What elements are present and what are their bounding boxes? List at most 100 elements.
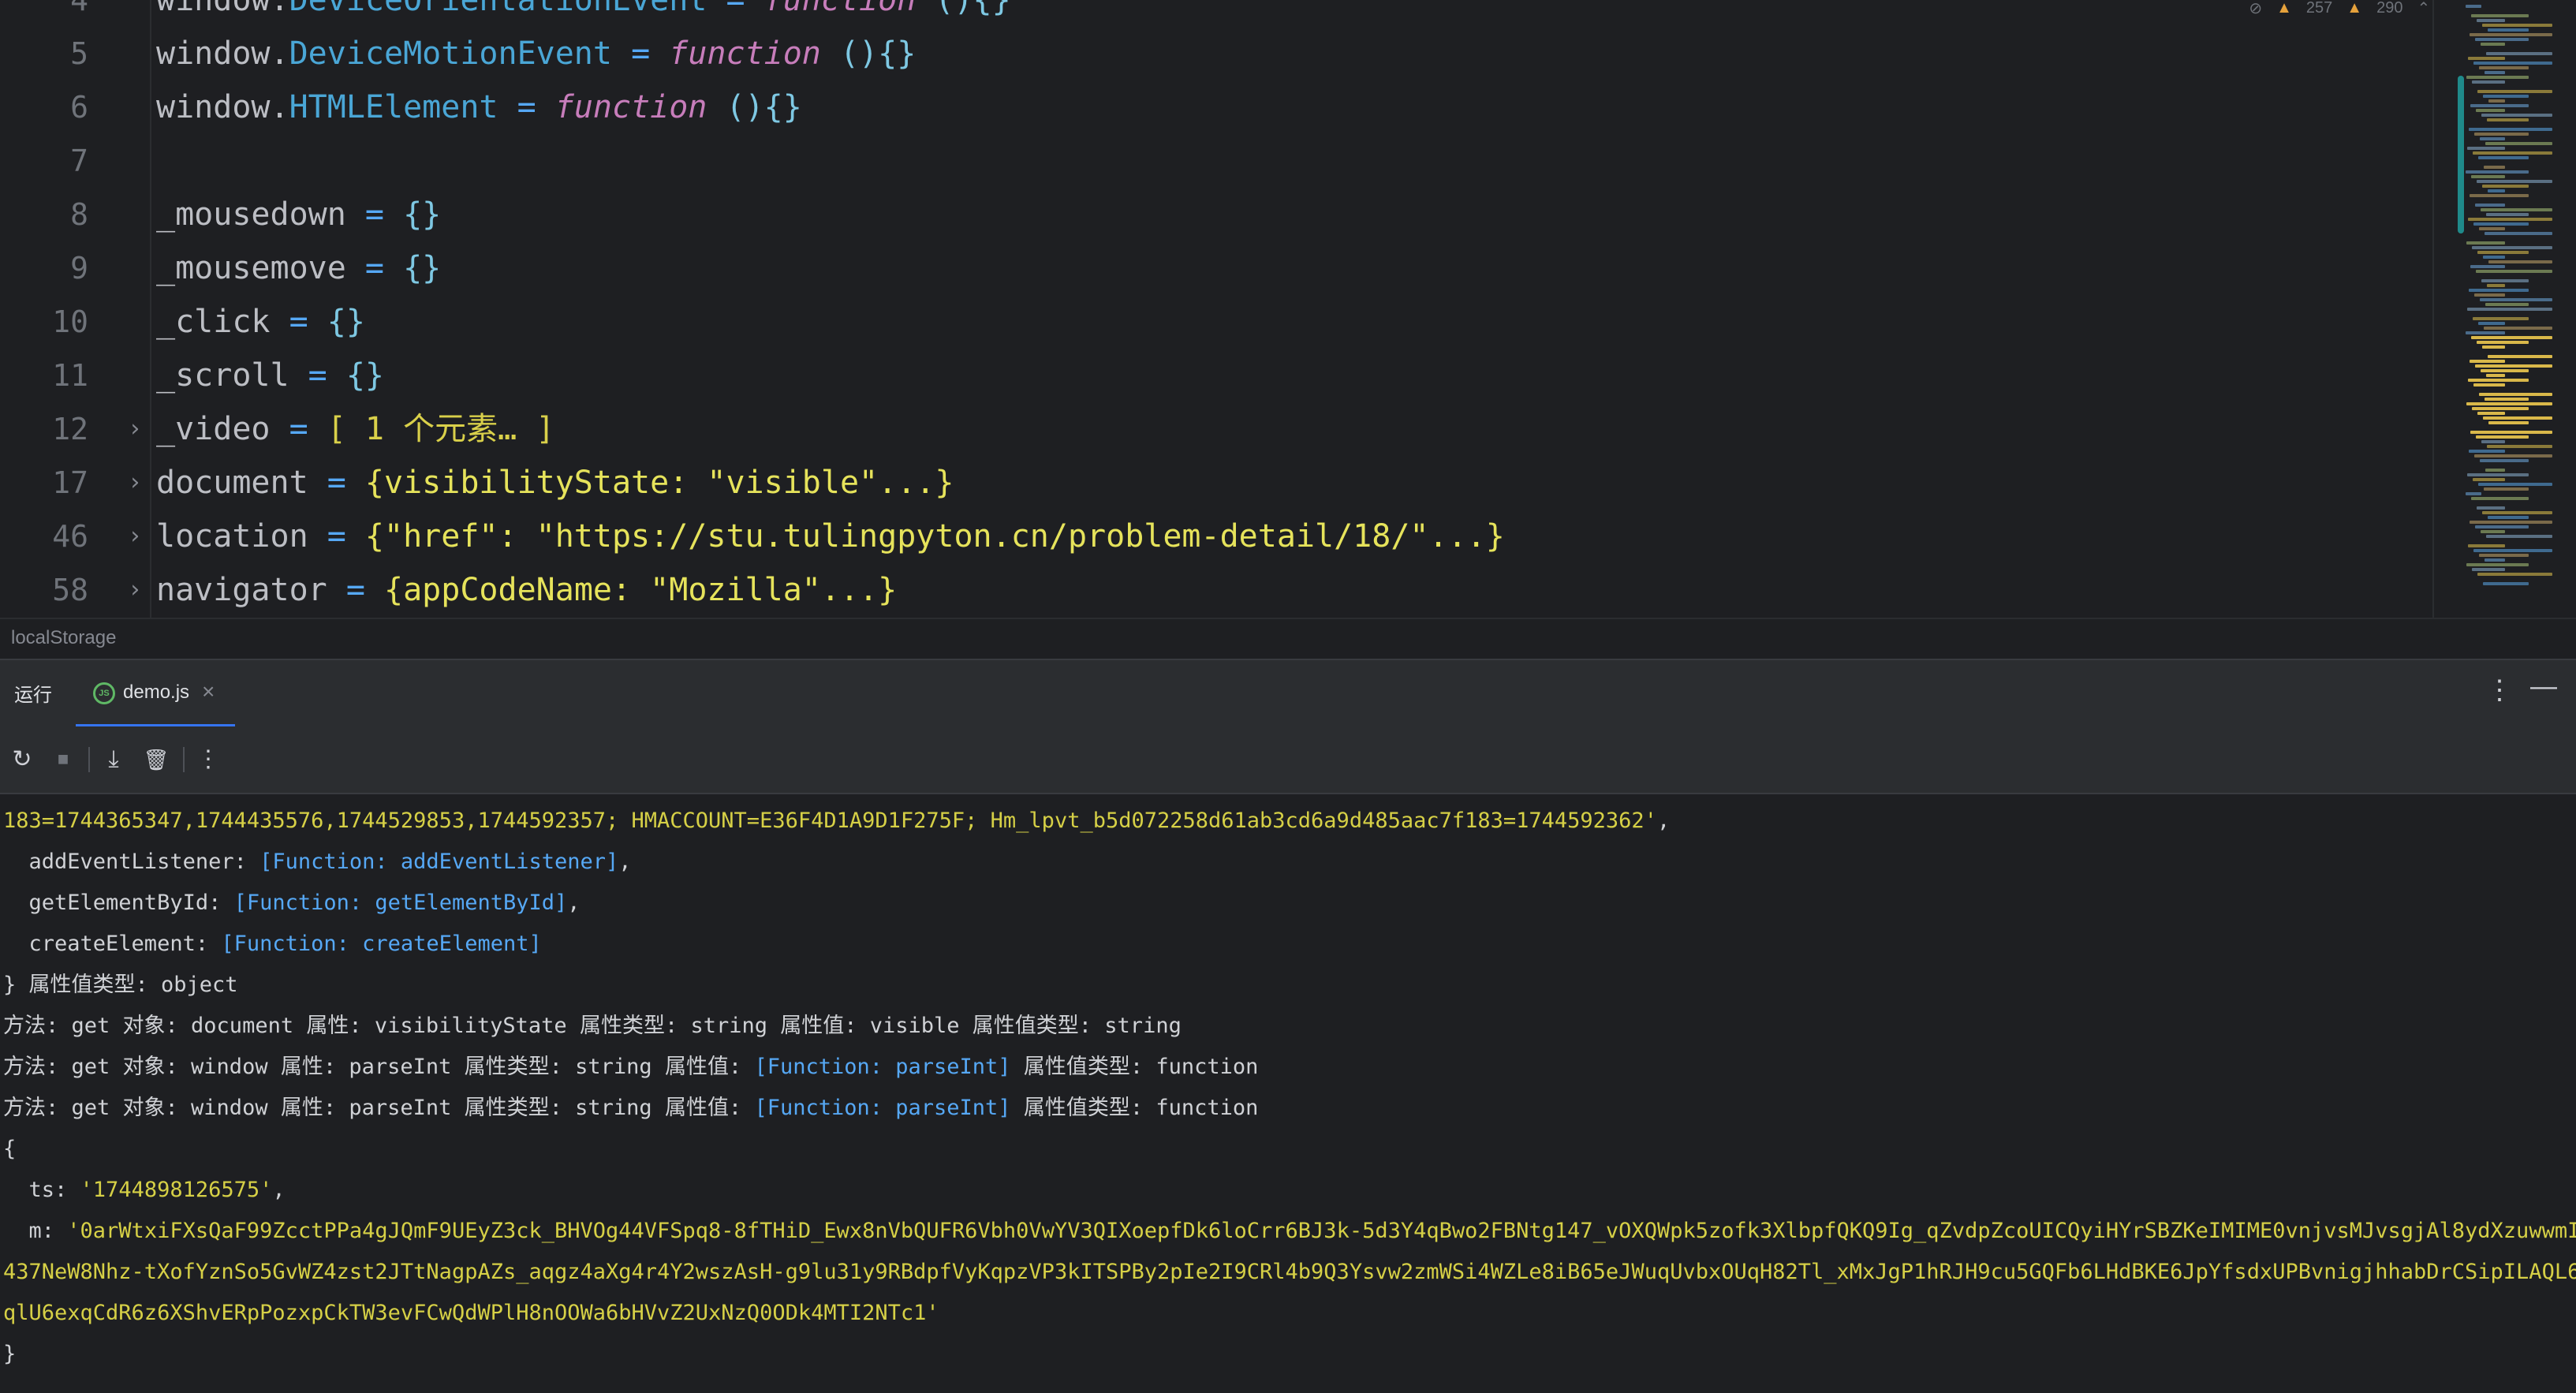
code-text: location = {"href": "https://stu.tulingp… [156,510,1505,563]
code-token: = [308,465,365,501]
minimap-line [2482,185,2529,188]
minimap-line [2487,118,2529,121]
minimize-icon[interactable]: — [2530,671,2557,702]
code-token: {} [327,304,365,340]
minimap-line [2472,246,2552,249]
code-token: function [669,35,821,72]
minimap-line [2481,43,2505,46]
code-line[interactable]: 9 _mousemove = {} [0,241,2429,295]
console-line: 183=1744365347,1744435576,1744529853,174… [3,801,1670,842]
code-token: = [345,250,404,286]
code-token: = [345,196,404,233]
close-icon[interactable]: × [202,679,215,704]
minimap-line [2471,336,2552,339]
minimap-line [2477,341,2529,344]
console-line: createElement: [Function: createElement] [3,924,542,965]
code-line[interactable]: 12 › _video = [ 1 个元素… ] [0,402,2429,456]
tab-demo-js[interactable]: JS demo.js × [76,660,235,728]
code-line[interactable]: 7 [0,134,2429,188]
minimap[interactable] [2432,0,2576,618]
minimap-viewport[interactable] [2458,76,2464,233]
minimap-line [2466,241,2505,245]
fold-chevron-icon[interactable]: › [128,510,142,563]
minimap-line [2466,5,2481,8]
code-line[interactable]: 6 window.HTMLElement = function (){} [0,80,2429,134]
minimap-line [2470,194,2529,197]
minimap-line [2469,289,2529,292]
console-line: ts: '1744898126575', [3,1170,286,1211]
code-token: = [289,357,346,394]
minimap-line [2475,364,2552,368]
console-line: 方法: get 对象: window 属性: parseInt 属性类型: st… [3,1088,1258,1129]
code-token: = [308,518,365,555]
code-token: {} [403,196,442,233]
minimap-line [2478,322,2505,325]
more-options-icon[interactable]: ⋮ [192,744,224,775]
minimap-line [2482,24,2552,27]
minimap-line [2483,416,2552,420]
chevron-up-icon[interactable]: ⌃ [2417,0,2430,18]
minimap-line [2473,383,2505,387]
minimap-line [2483,256,2505,259]
minimap-line [2473,151,2552,155]
console-line: } [3,1334,16,1375]
code-line[interactable]: 5 window.DeviceMotionEvent = function (){… [0,27,2429,80]
code-token: = [270,304,327,340]
more-options-icon[interactable]: ⋮ [2486,674,2513,706]
minimap-line [2470,104,2529,107]
minimap-line [2473,317,2529,320]
minimap-line [2469,128,2552,131]
clear-all-icon[interactable]: 🗑 [140,744,172,775]
code-line[interactable]: 46 › location = {"href": "https://stu.tuli… [0,510,2429,563]
console-segment: , [272,1178,286,1202]
minimap-line [2488,99,2505,103]
code-editor[interactable]: 4 window.DeviceOrientationEvent = functio… [0,0,2576,618]
minimap-line [2486,374,2505,377]
fold-chevron-icon[interactable]: › [128,563,142,617]
line-number: 58 [52,573,88,607]
minimap-line [2466,170,2529,174]
code-token: _scroll [156,357,289,394]
code-line[interactable]: 58 › navigator = {appCodeName: "Mozilla"..… [0,563,2429,617]
code-token: (){} [820,35,917,72]
code-line[interactable]: 11 _scroll = {} [0,349,2429,402]
line-number: 17 [52,465,88,500]
minimap-line [2474,454,2552,457]
code-token: = [327,572,384,608]
line-number: 10 [52,304,88,339]
console-output[interactable]: 183=1744365347,1744435576,1744529853,174… [0,794,2576,1393]
stop-icon[interactable]: ■ [47,744,79,775]
scroll-to-end-icon[interactable]: ⤓ [98,744,129,775]
minimap-line [2477,90,2552,93]
run-tool-window: 运行 JS demo.js × ⋮ — ↻ ■ ⤓ 🗑 ⋮ 183=174436… [0,659,2576,1393]
code-token: [ 1 个元素… ] [327,411,555,447]
console-segment: 437NeW8Nhz-tXofYznSo5GvWZ4zst2JTtNagpAZs… [3,1260,2576,1284]
fold-chevron-icon[interactable]: › [128,456,142,510]
minimap-line [2468,379,2529,382]
minimap-line [2473,222,2529,226]
minimap-line [2487,445,2552,448]
minimap-line [2467,473,2529,476]
code-line[interactable]: 8 _mousedown = {} [0,188,2429,241]
console-segment: 属性值类型: function [1010,1096,1259,1120]
line-number: 6 [70,90,88,125]
console-segment: } [3,1342,17,1366]
minimap-line [2477,412,2505,415]
rerun-icon[interactable]: ↻ [6,744,38,775]
code-token: DeviceOrientationEvent [289,0,707,18]
inspection-status[interactable]: ⊘ ▲ 257 ▲ 290 ⌃ ⌄ [2249,0,2458,18]
eye-off-icon[interactable]: ⊘ [2249,0,2262,18]
minimap-line [2468,57,2505,60]
code-token: function [554,89,707,125]
minimap-line [2481,279,2529,282]
tab-label: demo.js [123,682,190,703]
code-line[interactable]: 4 window.DeviceOrientationEvent = functio… [0,0,2429,27]
code-line[interactable]: 17 › document = {visibilityState: "visible… [0,456,2429,510]
minimap-line [2477,251,2529,254]
code-token: = [498,89,555,125]
fold-chevron-icon[interactable]: › [128,402,142,456]
breadcrumb[interactable]: localStorage [11,627,116,649]
minimap-line [2488,355,2552,358]
code-line[interactable]: 10 _click = {} [0,295,2429,349]
console-segment: , [1656,809,1671,833]
